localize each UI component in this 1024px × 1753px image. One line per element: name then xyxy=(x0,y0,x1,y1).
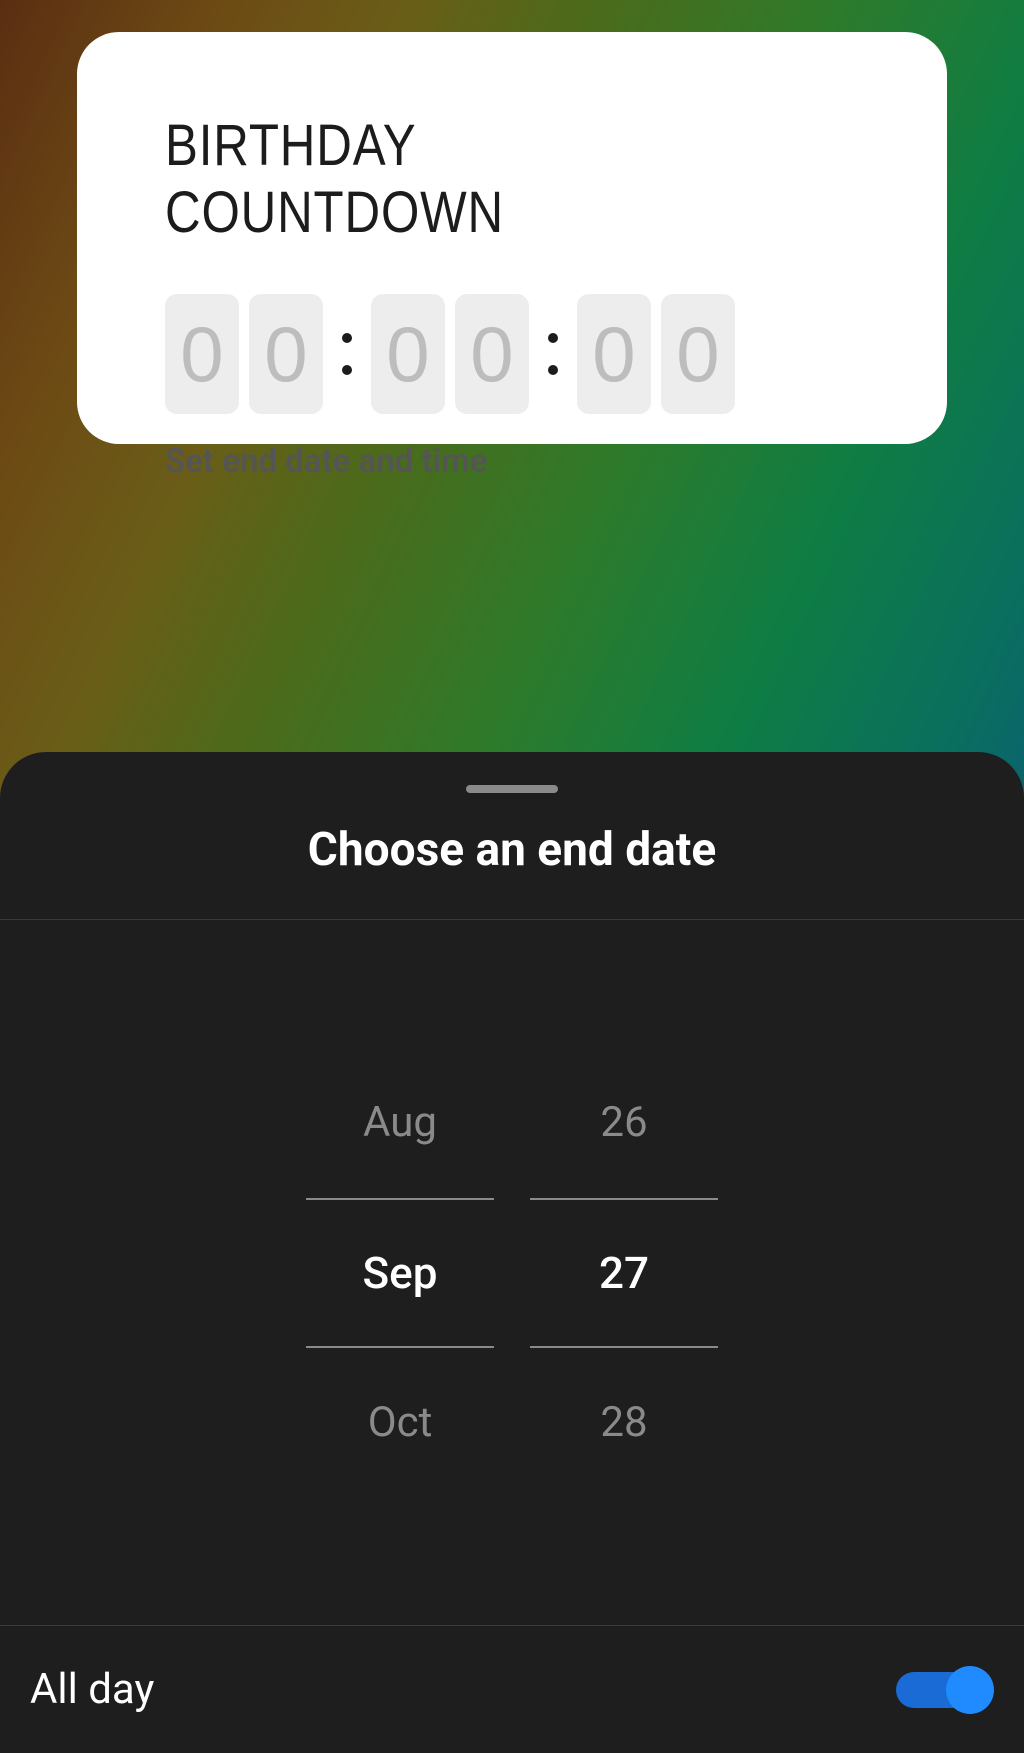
countdown-digit: 0 xyxy=(371,294,445,414)
countdown-title[interactable]: BIRTHDAY COUNTDOWN xyxy=(165,112,755,246)
countdown-digit: 0 xyxy=(455,294,529,414)
countdown-digit: 0 xyxy=(577,294,651,414)
colon-icon xyxy=(333,333,361,375)
all-day-label: All day xyxy=(30,1665,154,1714)
all-day-row: All day xyxy=(0,1625,1024,1753)
all-day-toggle[interactable] xyxy=(896,1666,994,1714)
date-picker-area: Aug Sep Oct 26 27 28 xyxy=(0,920,1024,1625)
date-picker[interactable]: Aug Sep Oct 26 27 28 xyxy=(306,1048,718,1498)
countdown-digit: 0 xyxy=(249,294,323,414)
colon-icon xyxy=(539,333,567,375)
countdown-sticker-card[interactable]: BIRTHDAY COUNTDOWN 0 0 0 0 0 0 Set end d… xyxy=(77,32,947,444)
countdown-subtitle: Set end date and time xyxy=(165,442,859,481)
day-option-next[interactable]: 28 xyxy=(530,1348,718,1498)
countdown-digits-row: 0 0 0 0 0 0 xyxy=(165,294,859,414)
month-option-prev[interactable]: Aug xyxy=(306,1048,494,1198)
day-wheel[interactable]: 26 27 28 xyxy=(530,1048,718,1498)
month-wheel[interactable]: Aug Sep Oct xyxy=(306,1048,494,1498)
month-option-selected[interactable]: Sep xyxy=(306,1198,494,1348)
day-option-selected[interactable]: 27 xyxy=(530,1198,718,1348)
toggle-thumb xyxy=(946,1666,994,1714)
countdown-digit: 0 xyxy=(661,294,735,414)
day-option-prev[interactable]: 26 xyxy=(530,1048,718,1198)
end-date-bottom-sheet: Choose an end date Aug Sep Oct 26 27 28 … xyxy=(0,752,1024,1753)
sheet-drag-handle[interactable] xyxy=(466,785,558,793)
sheet-title: Choose an end date xyxy=(0,823,1024,919)
month-option-next[interactable]: Oct xyxy=(306,1348,494,1498)
countdown-digit: 0 xyxy=(165,294,239,414)
